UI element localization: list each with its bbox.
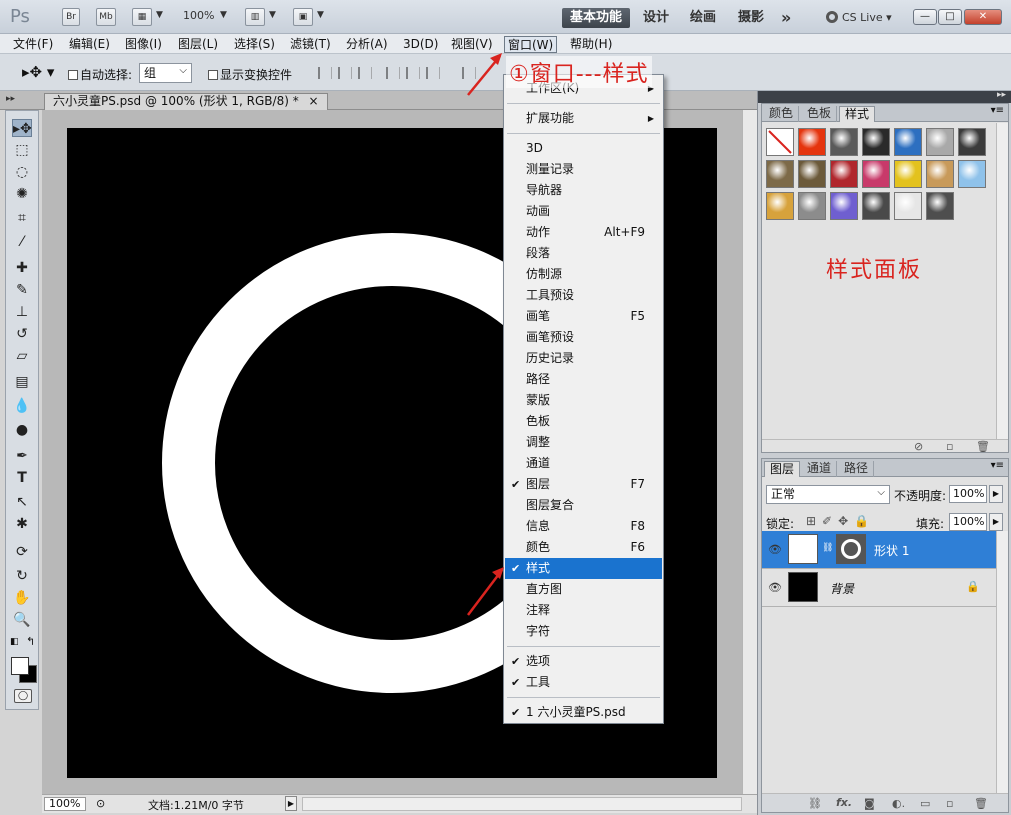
arrow-to-styles-item (467, 567, 504, 616)
arrow-to-window-menu (467, 53, 502, 96)
annotation-arrows (467, 53, 504, 616)
foreground-color-swatch[interactable] (11, 657, 29, 675)
